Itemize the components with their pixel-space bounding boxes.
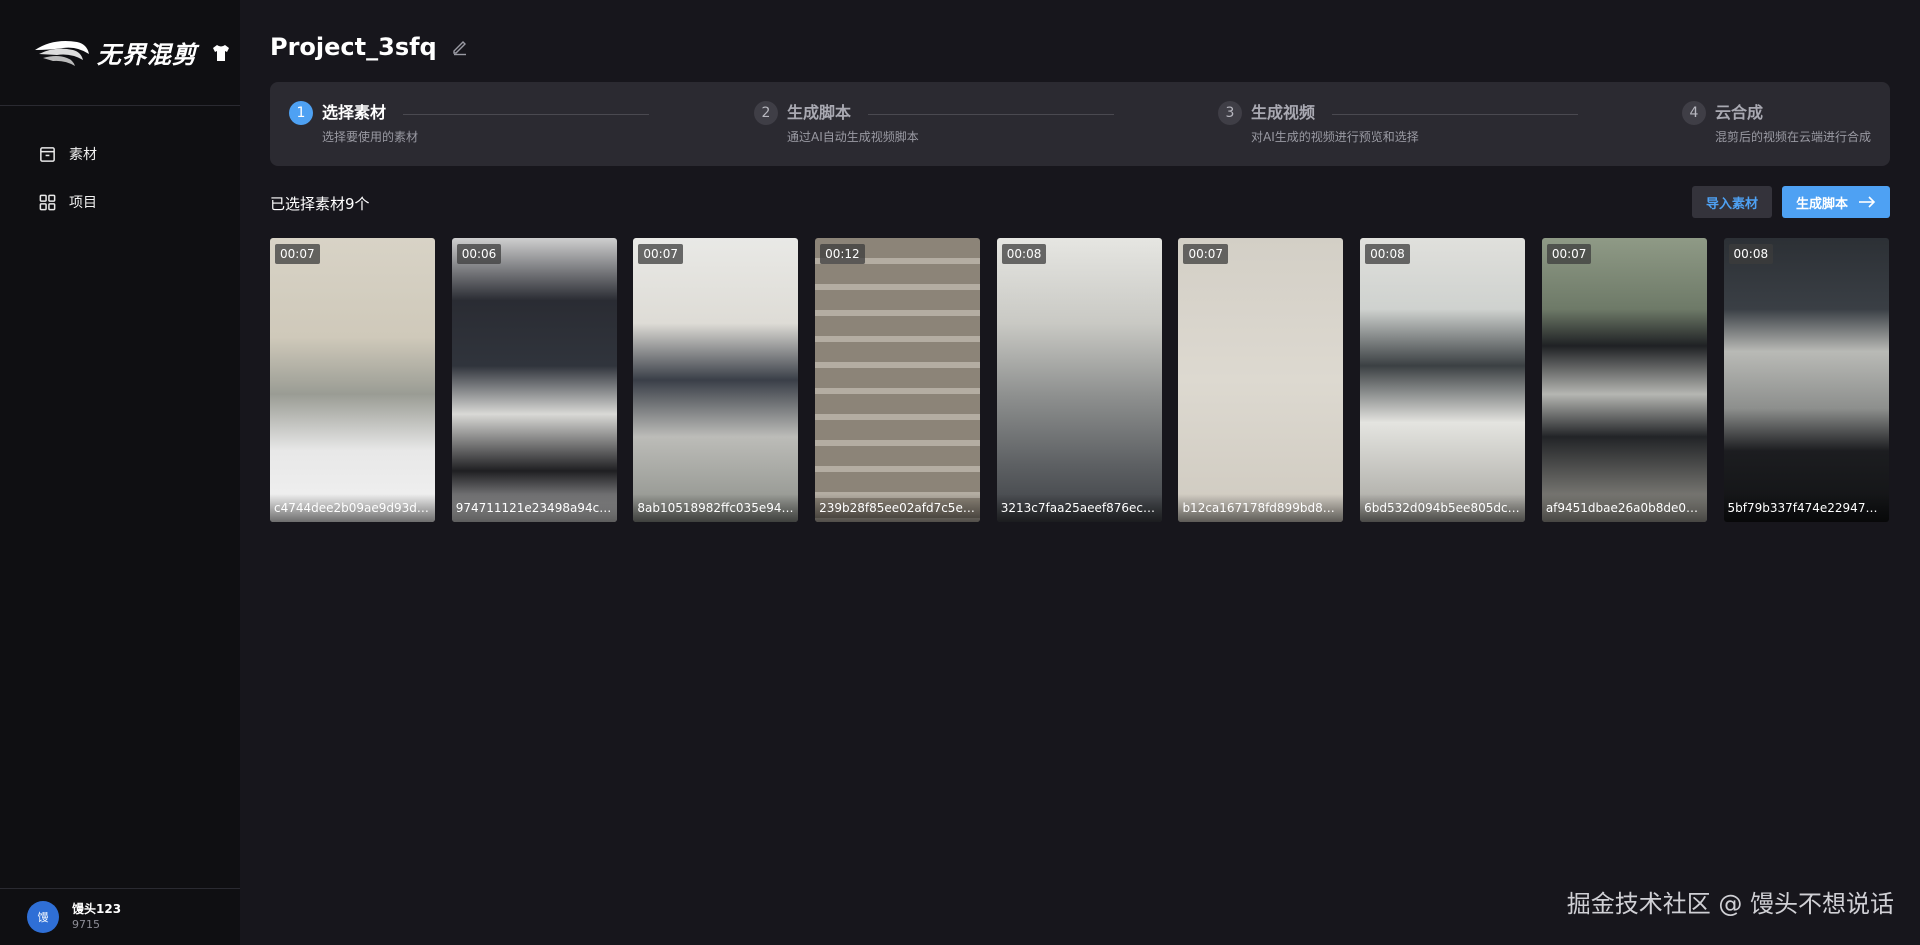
file-name: 974711121e23498a94cc32...: [451, 494, 617, 522]
file-name: 8ab10518982ffc035e94b59...: [633, 494, 799, 522]
sidebar-item-projects[interactable]: 项目: [0, 178, 240, 226]
file-name: 239b28f85ee02afd7c5e382...: [815, 494, 981, 522]
video-thumbnail: [1723, 238, 1889, 522]
material-card[interactable]: 00:08 3213c7faa25aeef876ec6f0e...: [996, 238, 1162, 522]
step-cloud-compose[interactable]: 4 云合成 混剪后的视频在云端进行合成: [1682, 101, 1871, 145]
duration-badge: 00:07: [1183, 244, 1229, 264]
step-title: 生成视频: [1251, 103, 1316, 122]
grid-icon: [39, 194, 56, 210]
duration-badge: 00:08: [1728, 244, 1774, 264]
step-number: 1: [289, 101, 313, 125]
duration-badge: 00:12: [820, 244, 865, 264]
step-title: 选择素材: [322, 103, 387, 122]
material-card[interactable]: 00:07 b12ca167178fd899bd8c6c9...: [1178, 238, 1344, 522]
material-card[interactable]: 00:08 6bd532d094b5ee805dc004...: [1360, 238, 1526, 522]
step-connector: [1332, 114, 1578, 115]
wing-logo-icon: [35, 40, 89, 66]
video-thumbnail: [451, 238, 617, 522]
duration-badge: 00:08: [1001, 244, 1047, 264]
sidebar-item-label: 项目: [69, 195, 97, 211]
page-title: Project_3sfq: [270, 33, 437, 61]
logo-text: 无界混剪: [97, 40, 197, 69]
step-number: 2: [754, 101, 778, 125]
generate-script-label: 生成脚本: [1795, 196, 1848, 212]
step-desc: 通过AI自动生成视频脚本: [787, 130, 919, 144]
step-title: 生成脚本: [787, 103, 852, 122]
steps-bar: 1 选择素材 选择要使用的素材 2 生成脚本 通过AI自动生成视频脚本 3 生成…: [270, 82, 1890, 166]
duration-badge: 00:06: [456, 244, 502, 264]
video-thumbnail: [1360, 238, 1526, 522]
selected-count: 已选择素材9个: [270, 195, 370, 213]
arrow-right-icon: [1859, 196, 1876, 208]
material-card[interactable]: 00:07 af9451dbae26a0b8de05b1...: [1541, 238, 1707, 522]
material-card[interactable]: 00:06 974711121e23498a94cc32...: [451, 238, 617, 522]
step-desc: 混剪后的视频在云端进行合成: [1715, 130, 1872, 144]
video-thumbnail: [815, 238, 981, 522]
video-thumbnail: [633, 238, 799, 522]
duration-badge: 00:07: [275, 244, 320, 264]
step-generate-script[interactable]: 2 生成脚本 通过AI自动生成视频脚本: [754, 101, 919, 145]
file-name: 3213c7faa25aeef876ec6f0e...: [996, 494, 1162, 522]
duration-badge: 00:08: [1365, 244, 1410, 264]
material-card[interactable]: 00:08 5bf79b337f474e22947835...: [1723, 238, 1889, 522]
file-name: 5bf79b337f474e22947835...: [1723, 494, 1889, 522]
main-content: Project_3sfq 1 选择素材 选择要使用的素材 2 生成脚本 通过AI…: [240, 0, 1920, 945]
edit-icon[interactable]: [451, 38, 469, 56]
step-generate-video[interactable]: 3 生成视频 对AI生成的视频进行预览和选择: [1218, 101, 1419, 145]
step-connector: [868, 114, 1114, 115]
step-connector: [403, 114, 649, 115]
material-card[interactable]: 00:07 8ab10518982ffc035e94b59...: [633, 238, 799, 522]
file-name: 6bd532d094b5ee805dc004...: [1360, 494, 1526, 522]
video-thumbnail: [1178, 238, 1344, 522]
sidebar: 无界混剪 素材 项目 馒 馒头123 9715: [0, 0, 240, 945]
duration-badge: 00:07: [1546, 244, 1592, 264]
materials-grid: 00:07 c4744dee2b09ae9d93d8ed... 00:06 97…: [270, 238, 1889, 522]
duration-badge: 00:07: [638, 244, 683, 264]
user-profile[interactable]: 馒 馒头123 9715: [0, 888, 240, 945]
user-id: 9715: [72, 918, 100, 931]
video-thumbnail: [996, 238, 1162, 522]
user-name: 馒头123: [72, 902, 122, 916]
generate-script-button[interactable]: 生成脚本: [1782, 186, 1890, 218]
step-number: 3: [1218, 101, 1242, 125]
step-desc: 选择要使用的素材: [322, 130, 419, 144]
sidebar-item-materials[interactable]: 素材: [0, 130, 240, 178]
material-card[interactable]: 00:12 239b28f85ee02afd7c5e382...: [815, 238, 981, 522]
file-name: c4744dee2b09ae9d93d8ed...: [270, 494, 435, 522]
step-desc: 对AI生成的视频进行预览和选择: [1251, 130, 1419, 144]
file-name: b12ca167178fd899bd8c6c9...: [1178, 494, 1344, 522]
material-card[interactable]: 00:07 c4744dee2b09ae9d93d8ed...: [270, 238, 435, 522]
watermark: 掘金技术社区 @ 馒头不想说话: [1566, 890, 1894, 918]
sidebar-item-label: 素材: [69, 147, 97, 163]
step-title: 云合成: [1715, 103, 1764, 122]
import-materials-button[interactable]: 导入素材: [1692, 186, 1772, 218]
file-name: af9451dbae26a0b8de05b1...: [1541, 494, 1707, 522]
sidebar-nav: 素材 项目: [0, 106, 240, 226]
step-number: 4: [1682, 101, 1706, 125]
logo[interactable]: 无界混剪: [0, 0, 240, 106]
shirt-icon[interactable]: [212, 44, 230, 62]
video-thumbnail: [270, 238, 435, 522]
avatar[interactable]: 馒: [27, 901, 59, 933]
box-icon: [40, 146, 55, 162]
step-select-materials[interactable]: 1 选择素材 选择要使用的素材: [289, 101, 418, 145]
video-thumbnail: [1541, 238, 1707, 522]
